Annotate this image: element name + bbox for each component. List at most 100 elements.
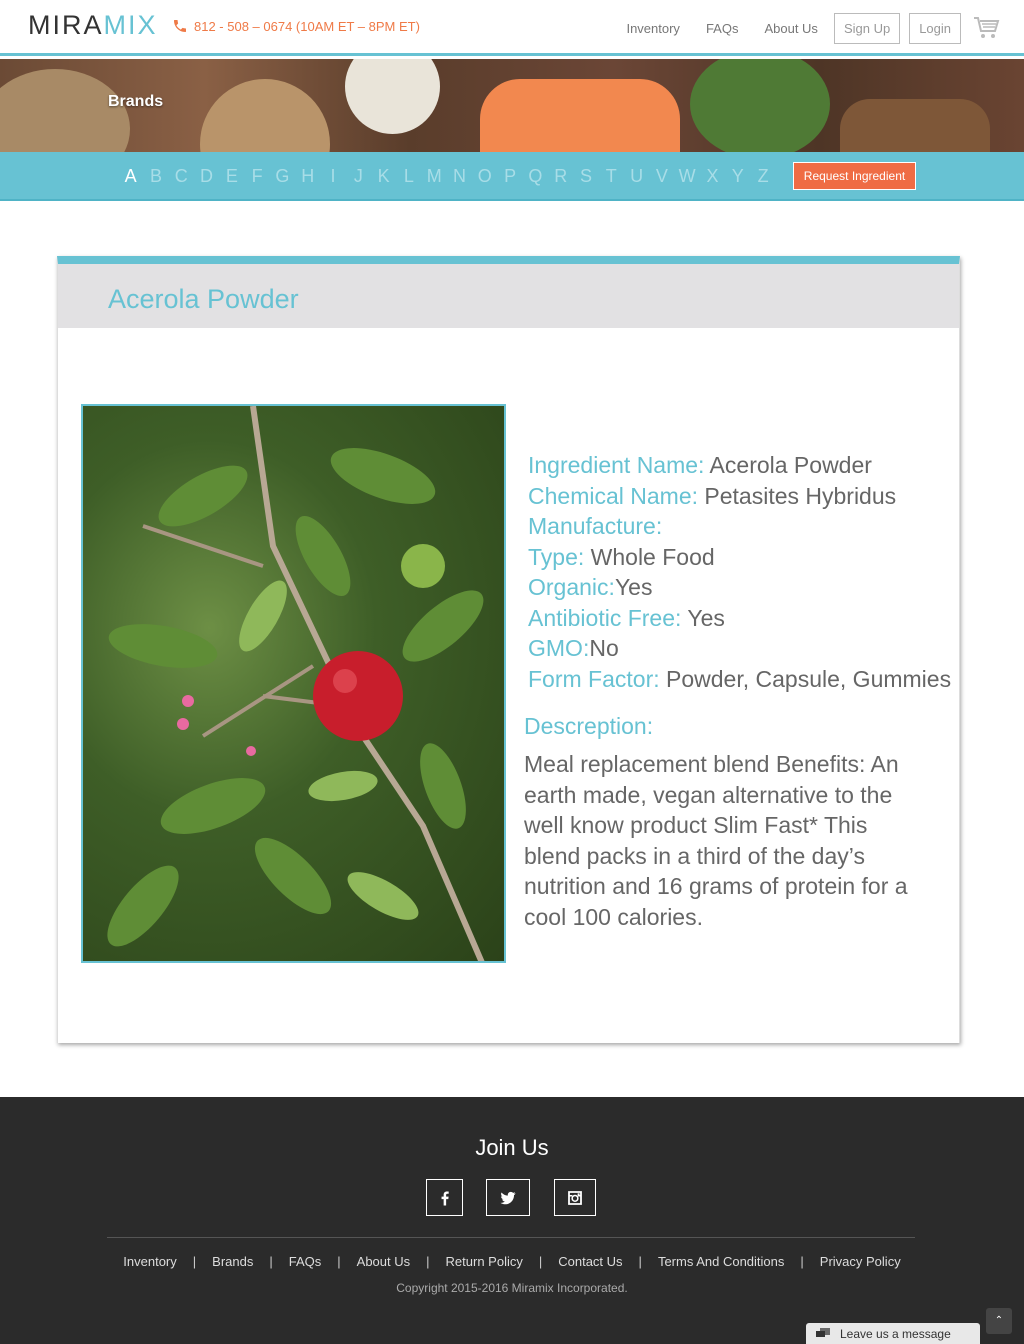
cart-icon[interactable]: [972, 14, 1000, 42]
footer-divider: [107, 1237, 915, 1238]
phone-number[interactable]: 812 - 508 – 0674 (10AM ET – 8PM ET): [194, 19, 420, 34]
letter-filter-f[interactable]: F: [244, 166, 269, 187]
property-row: GMO:No: [528, 633, 951, 664]
property-label: GMO:: [528, 635, 590, 661]
footer-link-separator: |: [192, 1254, 197, 1269]
letter-filter-y[interactable]: Y: [725, 166, 750, 187]
property-row: Antibiotic Free: Yes: [528, 603, 951, 634]
brands-banner: Brands: [0, 59, 1024, 152]
letter-filter-s[interactable]: S: [573, 166, 598, 187]
product-image: [81, 404, 506, 963]
footer-link-separator: |: [337, 1254, 341, 1269]
footer-link-brands[interactable]: Brands: [212, 1254, 253, 1269]
instagram-icon[interactable]: [554, 1179, 596, 1216]
footer-link-inventory[interactable]: Inventory: [123, 1254, 176, 1269]
property-label: Type:: [528, 543, 585, 570]
footer-link-separator: |: [800, 1254, 804, 1269]
logo-text-mix: MIX: [103, 10, 158, 40]
join-us-heading: Join Us: [475, 1135, 549, 1160]
product-properties: Ingredient Name: Acerola Powder Chemical …: [528, 450, 951, 694]
miramix-logo[interactable]: MIRAMIX: [28, 10, 158, 41]
footer-link-privacy-policy[interactable]: Privacy Policy: [820, 1254, 901, 1269]
request-ingredient-button[interactable]: Request Ingredient: [793, 162, 916, 190]
copyright-text: Copyright 2015-2016 Miramix Incorporated…: [396, 1281, 628, 1295]
nav-inventory[interactable]: Inventory: [626, 21, 679, 36]
property-value: Acerola Powder: [704, 452, 872, 478]
footer-link-contact-us[interactable]: Contact Us: [558, 1254, 622, 1269]
property-row: Form Factor: Powder, Capsule, Gummies: [528, 664, 951, 695]
acerola-plant-illustration: [107, 406, 485, 961]
property-label: Form Factor:: [528, 665, 660, 692]
property-value: Petasites Hybridus: [698, 482, 897, 509]
letter-filter-j[interactable]: J: [346, 166, 371, 187]
logo-text-mira: MIRA: [28, 10, 104, 40]
letter-filter-c[interactable]: C: [169, 166, 194, 187]
letter-filter-k[interactable]: K: [371, 166, 396, 187]
banner-food-image: [200, 79, 330, 152]
property-value: Yes: [681, 604, 725, 631]
main-nav: Inventory FAQs About Us Sign Up Login: [626, 12, 1024, 44]
scroll-to-top-button[interactable]: ⌃: [986, 1308, 1012, 1334]
phone-contact: 812 - 508 – 0674 (10AM ET – 8PM ET): [172, 18, 420, 34]
property-row: Chemical Name: Petasites Hybridus: [528, 481, 951, 512]
chat-label: Leave us a message: [840, 1326, 951, 1341]
property-row: Manufacture:: [528, 511, 951, 542]
letter-filter-r[interactable]: R: [548, 166, 573, 187]
footer-link-faqs[interactable]: FAQs: [289, 1254, 322, 1269]
letter-filter-m[interactable]: M: [422, 166, 447, 187]
letter-filter-e[interactable]: E: [219, 166, 244, 187]
footer-link-return-policy[interactable]: Return Policy: [446, 1254, 523, 1269]
letter-filter-a[interactable]: A: [118, 166, 143, 187]
letter-filter-o[interactable]: O: [472, 166, 497, 187]
property-value: Whole Food: [584, 543, 715, 570]
chat-bubble-icon: [816, 1327, 830, 1337]
facebook-icon[interactable]: [426, 1179, 463, 1216]
letter-filter-p[interactable]: P: [497, 166, 522, 187]
letter-filter-v[interactable]: V: [649, 166, 674, 187]
letter-filter-d[interactable]: D: [194, 166, 219, 187]
letter-list: ABCDEFGHIJKLMNOPQRSTUVWXYZ: [118, 166, 776, 187]
product-card: Acerola Powder Ingredient Name: Acerola …: [57, 256, 960, 1043]
banner-food-image: [690, 59, 830, 152]
letter-filter-q[interactable]: Q: [523, 166, 548, 187]
twitter-icon[interactable]: [486, 1179, 530, 1216]
letter-filter-u[interactable]: U: [624, 166, 649, 187]
sign-up-button[interactable]: Sign Up: [833, 12, 901, 44]
property-label: Antibiotic Free:: [528, 604, 682, 631]
nav-faqs[interactable]: FAQs: [706, 21, 739, 36]
footer-links: Inventory | Brands | FAQs | About Us | Return Po…: [0, 1254, 1024, 1269]
property-row: Type: Whole Food: [528, 542, 951, 573]
property-label: Organic:: [528, 574, 615, 600]
letter-filter-h[interactable]: H: [295, 166, 320, 187]
banner-food-image: [345, 59, 440, 134]
nav-about-us[interactable]: About Us: [764, 21, 817, 36]
footer-link-separator: |: [426, 1254, 430, 1269]
letter-filter-g[interactable]: G: [270, 166, 295, 187]
letter-filter-l[interactable]: L: [396, 166, 421, 187]
property-value: No: [589, 635, 619, 661]
letter-filter-z[interactable]: Z: [750, 166, 775, 187]
letter-filter-w[interactable]: W: [675, 166, 700, 187]
description-text: Meal replacement blend Benefits: An eart…: [524, 751, 908, 930]
property-label: Ingredient Name:: [528, 452, 705, 478]
footer-link-separator: |: [538, 1254, 543, 1269]
footer-link-about-us[interactable]: About Us: [357, 1254, 410, 1269]
phone-icon: [174, 20, 186, 32]
property-label: Manufacture:: [528, 513, 663, 539]
login-button[interactable]: Login: [909, 12, 961, 44]
property-label: Chemical Name:: [528, 482, 698, 509]
chevron-up-icon: ⌃: [994, 1315, 1004, 1326]
letter-filter-i[interactable]: I: [320, 166, 345, 187]
letter-filter-b[interactable]: B: [143, 166, 168, 187]
leave-message-chat-button[interactable]: Leave us a message: [806, 1323, 980, 1344]
letter-filter-n[interactable]: N: [447, 166, 472, 187]
footer-link-separator: |: [269, 1254, 273, 1269]
footer: Join Us Inventory | Brands | FAQs | About Us | R…: [0, 1097, 1024, 1344]
top-header: MIRAMIX 812 - 508 – 0674 (10AM ET – 8PM …: [0, 0, 1024, 56]
banner-food-image: [480, 79, 680, 152]
property-row: Ingredient Name: Acerola Powder: [528, 450, 951, 481]
letter-filter-t[interactable]: T: [599, 166, 624, 187]
letter-filter-x[interactable]: X: [700, 166, 725, 187]
footer-link-terms-and-conditions[interactable]: Terms And Conditions: [658, 1254, 784, 1269]
banner-title: Brands: [108, 93, 164, 110]
